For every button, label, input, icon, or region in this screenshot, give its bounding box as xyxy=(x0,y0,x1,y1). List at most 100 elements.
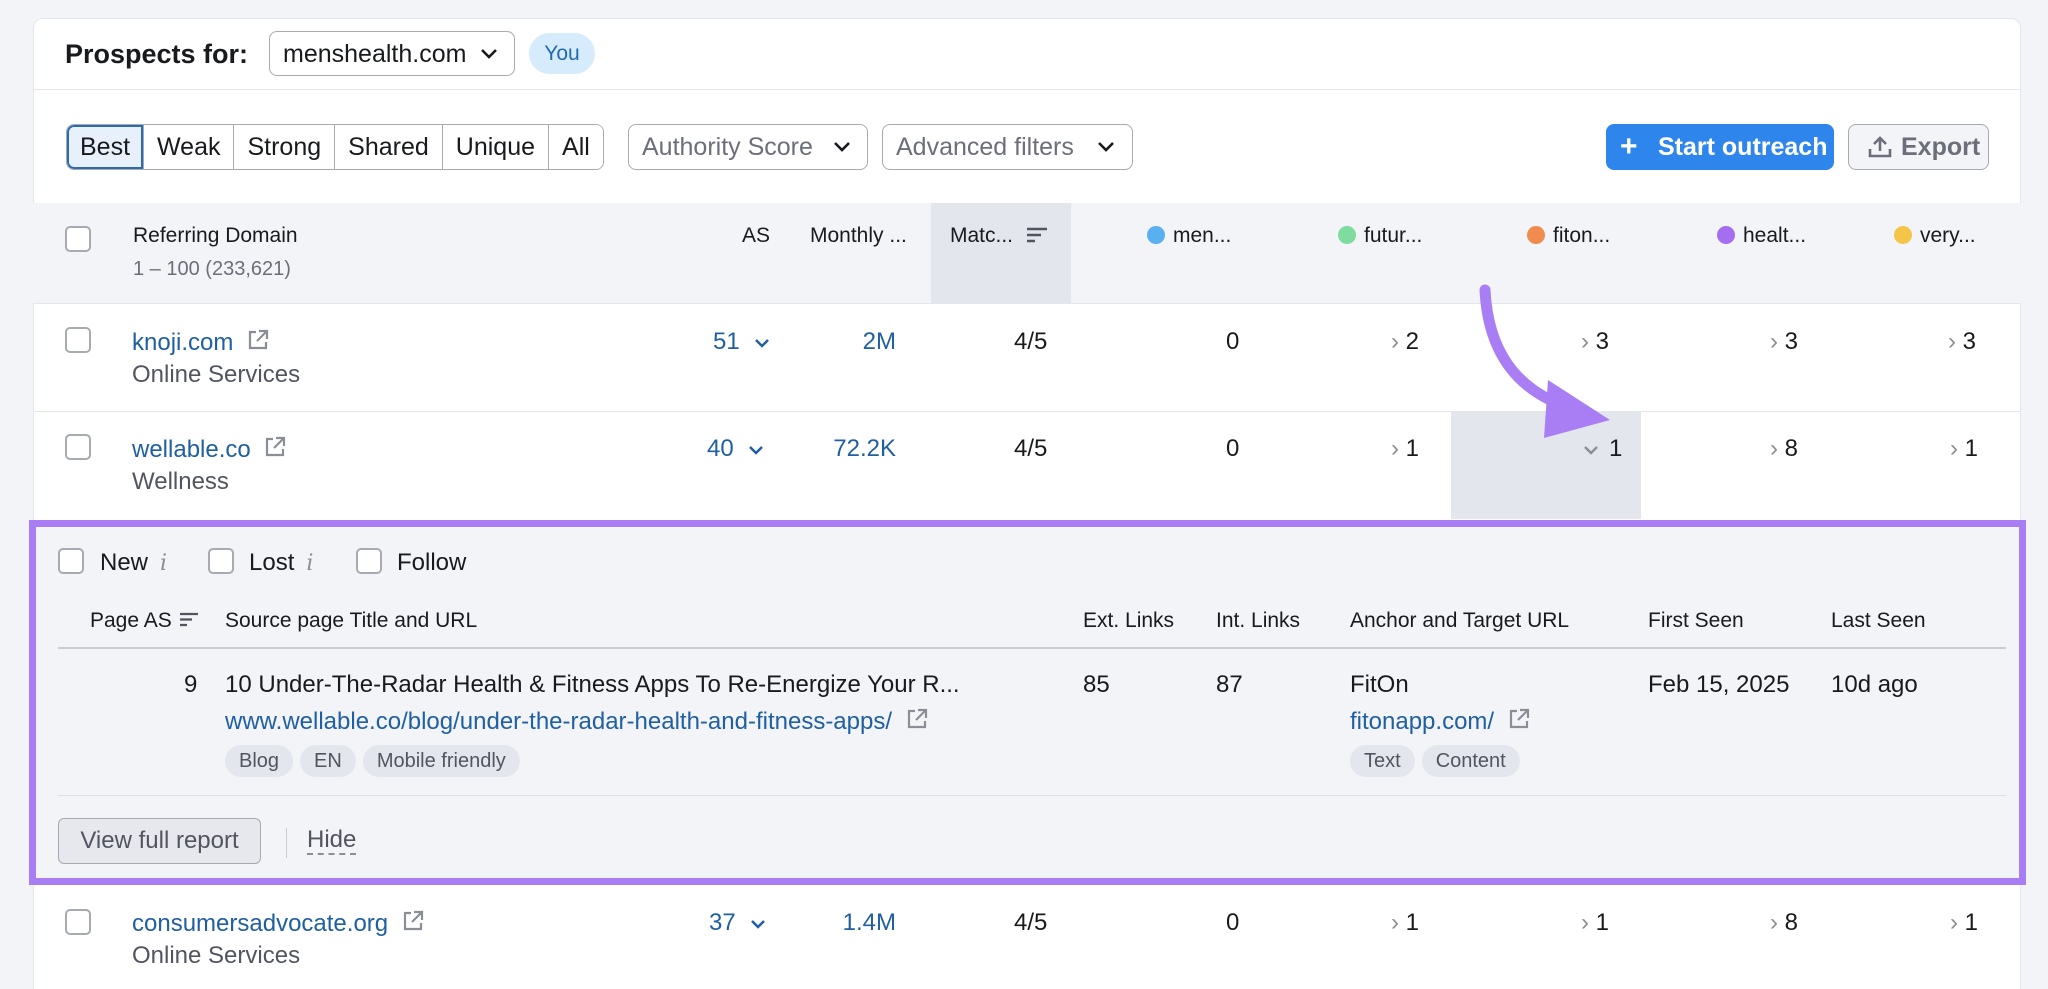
info-icon[interactable]: i xyxy=(160,551,167,576)
as-text: 37 xyxy=(709,909,736,936)
col-as[interactable]: AS xyxy=(742,224,770,248)
competitor-2-value[interactable]: › 1 xyxy=(1391,909,1419,937)
export-label: Export xyxy=(1901,133,1981,161)
competitor-2-text: 1 xyxy=(1405,909,1420,936)
col-last-seen[interactable]: Last Seen xyxy=(1831,609,1926,633)
col-competitor-2[interactable]: futur... xyxy=(1338,224,1422,248)
result-range: 1 – 100 (233,621) xyxy=(133,258,291,280)
segment-shared[interactable]: Shared xyxy=(335,125,443,169)
sort-icon[interactable] xyxy=(179,611,199,628)
competitor-5-text: 1 xyxy=(1964,435,1979,462)
new-checkbox[interactable] xyxy=(58,548,84,574)
external-link-icon[interactable] xyxy=(905,707,929,731)
col-ext-links[interactable]: Ext. Links xyxy=(1083,609,1174,633)
domain-link[interactable]: wellable.co xyxy=(132,435,287,464)
col-referring-domain[interactable]: Referring Domain xyxy=(133,224,298,248)
prospects-header: Prospects for: menshealth.com You xyxy=(33,18,2021,90)
col-competitor-3[interactable]: fiton... xyxy=(1527,224,1610,248)
start-outreach-button[interactable]: + Start outreach xyxy=(1606,124,1834,170)
authority-score-dropdown[interactable]: Authority Score xyxy=(628,124,868,170)
info-icon[interactable]: i xyxy=(306,551,313,576)
first-seen-value: Feb 15, 2025 xyxy=(1648,671,1790,698)
domain-select-value: menshealth.com xyxy=(283,40,467,68)
segment-unique[interactable]: Unique xyxy=(442,125,550,169)
competitor-5-value[interactable]: › 1 xyxy=(1950,909,1978,937)
match-value: 4/5 xyxy=(1014,909,1048,936)
col-int-links[interactable]: Int. Links xyxy=(1216,609,1300,633)
col-monthly[interactable]: Monthly ... xyxy=(810,224,907,248)
target-url-text: fitonapp.com/ xyxy=(1350,708,1495,735)
as-value[interactable]: 40 xyxy=(707,435,764,463)
start-outreach-label: Start outreach xyxy=(1658,133,1828,161)
competitor-4-value[interactable]: › 3 xyxy=(1770,328,1798,356)
competitor-2-text: 1 xyxy=(1405,435,1420,462)
row-checkbox[interactable] xyxy=(65,327,91,353)
row-checkbox[interactable] xyxy=(65,434,91,460)
competitor-3-text: 1 xyxy=(1595,909,1610,936)
tag-blog: Blog xyxy=(225,745,294,777)
chevron-right-icon: › xyxy=(1391,909,1399,936)
col-competitor-5[interactable]: very... xyxy=(1894,224,1976,248)
view-full-report-button[interactable]: View full report xyxy=(58,818,261,864)
col-competitor-1[interactable]: men... xyxy=(1147,224,1231,248)
source-tags: Blog EN Mobile friendly xyxy=(225,745,527,777)
match-value: 4/5 xyxy=(1014,435,1048,462)
sort-icon[interactable] xyxy=(1026,226,1048,244)
external-link-icon[interactable] xyxy=(1507,707,1531,731)
competitor-5-value[interactable]: › 1 xyxy=(1950,435,1978,463)
competitor-4-label: healt... xyxy=(1743,224,1807,247)
external-link-icon[interactable] xyxy=(246,328,270,352)
segment-weak[interactable]: Weak xyxy=(144,125,235,169)
competitor-dot xyxy=(1717,226,1735,244)
domain-category: Online Services xyxy=(132,942,301,969)
col-match[interactable]: Matc... xyxy=(950,224,1013,248)
as-value[interactable]: 37 xyxy=(709,909,766,937)
as-value[interactable]: 51 xyxy=(713,328,770,356)
int-links-value: 87 xyxy=(1216,671,1243,698)
target-url[interactable]: fitonapp.com/ xyxy=(1350,707,1531,736)
competitor-dot xyxy=(1338,226,1356,244)
monthly-traffic[interactable]: 2M xyxy=(863,328,896,356)
segment-strong[interactable]: Strong xyxy=(234,125,336,169)
chevron-right-icon: › xyxy=(1581,909,1589,936)
col-page-as[interactable]: Page AS xyxy=(90,609,172,633)
monthly-traffic[interactable]: 1.4M xyxy=(843,909,896,937)
chevron-right-icon: › xyxy=(1950,909,1958,936)
chevron-right-icon: › xyxy=(1770,909,1778,936)
external-link-icon[interactable] xyxy=(401,909,425,933)
lost-checkbox[interactable] xyxy=(208,548,234,574)
table-row: consumersadvocate.org Online Services 37… xyxy=(33,885,2021,989)
domain-select[interactable]: menshealth.com xyxy=(269,31,515,76)
col-first-seen[interactable]: First Seen xyxy=(1648,609,1744,633)
competitor-2-value[interactable]: › 1 xyxy=(1391,435,1419,463)
row-checkbox[interactable] xyxy=(65,909,91,935)
segment-all[interactable]: All xyxy=(549,125,603,169)
chevron-right-icon: › xyxy=(1770,328,1778,355)
competitor-2-value[interactable]: › 2 xyxy=(1391,328,1419,356)
competitor-4-value[interactable]: › 8 xyxy=(1770,909,1798,937)
external-link-icon[interactable] xyxy=(263,435,287,459)
source-page-url[interactable]: www.wellable.co/blog/under-the-radar-hea… xyxy=(225,707,929,736)
chevron-down-icon xyxy=(834,142,850,152)
follow-checkbox[interactable] xyxy=(356,548,382,574)
col-anchor-target[interactable]: Anchor and Target URL xyxy=(1350,609,1569,633)
col-competitor-4[interactable]: healt... xyxy=(1717,224,1806,248)
hide-link[interactable]: Hide xyxy=(307,827,357,855)
chevron-down-icon xyxy=(751,920,766,929)
domain-link[interactable]: knoji.com xyxy=(132,328,270,357)
anchor-tags: Text Content xyxy=(1350,745,1527,777)
upload-icon xyxy=(1868,136,1892,158)
select-all-checkbox[interactable] xyxy=(65,226,91,252)
domain-link[interactable]: consumersadvocate.org xyxy=(132,909,425,938)
col-source-page[interactable]: Source page Title and URL xyxy=(225,609,477,633)
chevron-right-icon: › xyxy=(1948,328,1956,355)
segment-best[interactable]: Best xyxy=(67,125,145,169)
export-button[interactable]: Export xyxy=(1848,124,1989,170)
advanced-filters-dropdown[interactable]: Advanced filters xyxy=(882,124,1133,170)
tag-content: Content xyxy=(1421,745,1520,777)
monthly-traffic[interactable]: 72.2K xyxy=(833,435,896,463)
competitor-5-value[interactable]: › 3 xyxy=(1948,328,1976,356)
competitor-4-value[interactable]: › 8 xyxy=(1770,435,1798,463)
competitor-3-value[interactable]: › 1 xyxy=(1581,909,1609,937)
competitor-4-text: 8 xyxy=(1784,909,1799,936)
